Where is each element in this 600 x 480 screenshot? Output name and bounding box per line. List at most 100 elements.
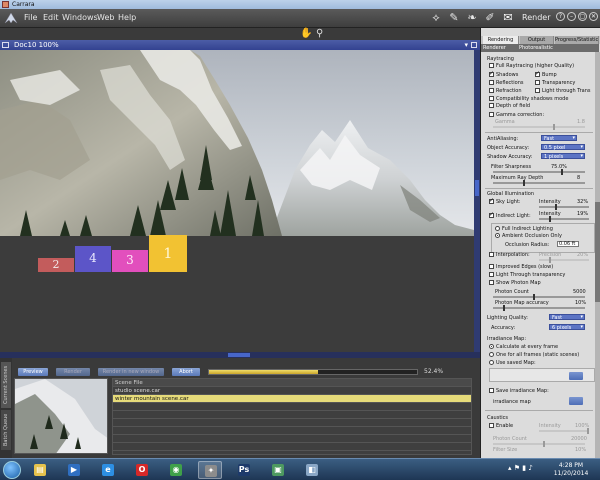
antialias-dropdown[interactable]: Fast <box>541 135 577 142</box>
full-raytracing-checkbox[interactable] <box>489 63 494 68</box>
one-for-all-radio[interactable] <box>489 352 494 357</box>
carrara-logo-icon[interactable] <box>4 11 18 25</box>
model-icon[interactable]: ✎ <box>448 11 460 25</box>
occlusion-radius-field[interactable]: 0.06 ft <box>557 241 579 247</box>
renderer-type[interactable]: Photorealistic <box>519 44 553 52</box>
clock[interactable]: 4:28 PM 11/20/2014 <box>546 462 596 478</box>
sky-intensity-slider[interactable] <box>539 204 589 210</box>
tab-rendering[interactable]: Rendering <box>483 36 519 44</box>
light-through-transparency-checkbox[interactable] <box>489 272 494 277</box>
taskbar-app-remote[interactable]: ◧ <box>300 461 324 479</box>
tab-output[interactable]: Output <box>520 36 554 44</box>
indirect-light-checkbox[interactable] <box>489 211 494 218</box>
divider <box>485 188 593 189</box>
zoom-icon[interactable]: ⚲ <box>316 28 323 39</box>
minimize-button[interactable]: – <box>567 12 576 21</box>
hand-icon[interactable]: ✋ <box>300 28 312 39</box>
show-photon-map-checkbox[interactable] <box>489 280 494 285</box>
photon-map-accuracy-slider[interactable] <box>493 305 585 311</box>
taskbar-app-explorer[interactable]: ▤ <box>28 461 52 479</box>
close-button[interactable]: ✕ <box>589 12 598 21</box>
collapse-icon[interactable]: ▾ <box>464 41 468 49</box>
render-icon[interactable]: ✉ <box>502 11 514 25</box>
menu-windows[interactable]: Windows <box>62 13 98 22</box>
taskbar-app-media-player[interactable]: ▶ <box>62 461 86 479</box>
transparency-checkbox[interactable] <box>535 80 540 85</box>
save-irradiance-checkbox[interactable] <box>489 388 494 393</box>
start-button[interactable] <box>3 461 21 479</box>
restore-icon[interactable] <box>471 42 477 48</box>
ambient-occlusion-radio[interactable] <box>495 233 500 238</box>
calc-every-frame-radio[interactable] <box>489 344 494 349</box>
taskbar-app-ie[interactable]: e <box>96 461 120 479</box>
help-button[interactable]: ? <box>556 12 565 21</box>
gamma-slider-label: Gamma <box>495 119 515 125</box>
caustics-enable-checkbox[interactable] <box>489 423 494 428</box>
taskbar-app-photoshop[interactable]: Ps <box>232 461 256 479</box>
maximize-button[interactable]: ▢ <box>578 12 587 21</box>
render-new-window-button[interactable]: Render in new window <box>98 368 164 376</box>
caustics-intensity-slider[interactable] <box>539 428 589 434</box>
refraction-checkbox[interactable] <box>489 88 494 93</box>
reflections-checkbox[interactable] <box>489 80 494 85</box>
taskbar-app-opera[interactable]: O <box>130 461 154 479</box>
bump-checkbox[interactable] <box>535 70 540 77</box>
render-button[interactable]: Render <box>56 368 90 376</box>
browse-saved-map-button[interactable] <box>569 372 583 380</box>
shadows-checkbox[interactable] <box>489 70 494 77</box>
preview-button[interactable]: Preview <box>18 368 48 376</box>
menu-edit[interactable]: Edit <box>43 13 59 22</box>
photon-count-slider[interactable] <box>493 294 585 300</box>
filter-sharpness-slider[interactable] <box>493 169 585 175</box>
light-through-trans-checkbox[interactable] <box>535 88 540 93</box>
texture-icon[interactable]: ✐ <box>484 11 496 25</box>
podium-label-2: 2 <box>53 258 60 271</box>
tab-batch-queue[interactable]: Batch Queue <box>1 410 11 450</box>
scroll-thumb[interactable] <box>595 202 600 302</box>
scene-row-winter[interactable]: winter mountain scene.car <box>113 395 471 403</box>
object-accuracy-label: Object Accuracy: <box>487 145 530 151</box>
interpolation-checkbox[interactable] <box>489 252 494 257</box>
sky-light-checkbox[interactable] <box>489 197 494 204</box>
app-menubar: File Edit Windows Web Help ⟡ ✎ ❧ ✐ ✉ Ren… <box>0 9 600 28</box>
caustics-title: Caustics <box>487 415 509 421</box>
improved-edges-checkbox[interactable] <box>489 264 494 269</box>
accuracy-dropdown[interactable]: 6 pixels <box>549 324 585 331</box>
scroll-thumb[interactable] <box>475 180 479 196</box>
menu-help[interactable]: Help <box>118 13 136 22</box>
object-accuracy-dropdown[interactable]: 0.5 pixel <box>541 144 585 151</box>
tab-current-scenes[interactable]: Current Scenes <box>1 362 11 408</box>
indirect-intensity-slider[interactable] <box>539 216 589 222</box>
caustics-filter-label: Filter Size <box>493 447 518 453</box>
scene-row-studio[interactable]: studio scene.car <box>113 387 471 395</box>
depth-of-field-checkbox[interactable] <box>489 103 494 108</box>
lighting-quality-dropdown[interactable]: Fast <box>549 314 585 321</box>
caustics-photon-slider[interactable] <box>493 441 585 447</box>
taskbar-app-monitor[interactable]: ▣ <box>266 461 290 479</box>
caustics-photon-label: Photon Count <box>493 436 527 442</box>
abort-button[interactable]: Abort <box>172 368 200 376</box>
gamma-checkbox[interactable] <box>489 112 494 117</box>
taskbar-app-chrome[interactable]: ◉ <box>164 461 188 479</box>
menu-file[interactable]: File <box>24 13 37 22</box>
menu-web[interactable]: Web <box>97 13 114 22</box>
precision-slider[interactable] <box>539 257 589 263</box>
render-viewport[interactable]: 2 4 3 1 <box>0 50 474 352</box>
scroll-thumb[interactable] <box>228 353 250 357</box>
tray-icons[interactable]: ▴ ⚑ ▮ ♪ <box>508 464 533 472</box>
refraction-label: Refraction <box>496 88 522 94</box>
shadow-accuracy-dropdown[interactable]: 1 pixels <box>541 153 585 160</box>
full-indirect-radio[interactable] <box>495 226 500 231</box>
assemble-icon[interactable]: ⟡ <box>430 11 442 25</box>
tab-progress[interactable]: Progress/Statistic <box>555 36 599 44</box>
compat-shadows-checkbox[interactable] <box>489 96 494 101</box>
doc-close-icon[interactable] <box>2 42 9 48</box>
browse-irradiance-button[interactable] <box>569 397 583 405</box>
settings-scrollbar[interactable] <box>595 52 600 458</box>
storyboard-icon[interactable]: ❧ <box>466 11 478 25</box>
use-saved-map-radio[interactable] <box>489 360 494 365</box>
taskbar-app-carrara[interactable]: ✦ <box>198 461 222 479</box>
max-ray-depth-slider[interactable] <box>493 180 585 186</box>
gamma-slider[interactable] <box>493 124 585 130</box>
indirect-intensity-value: 19% <box>577 211 589 217</box>
